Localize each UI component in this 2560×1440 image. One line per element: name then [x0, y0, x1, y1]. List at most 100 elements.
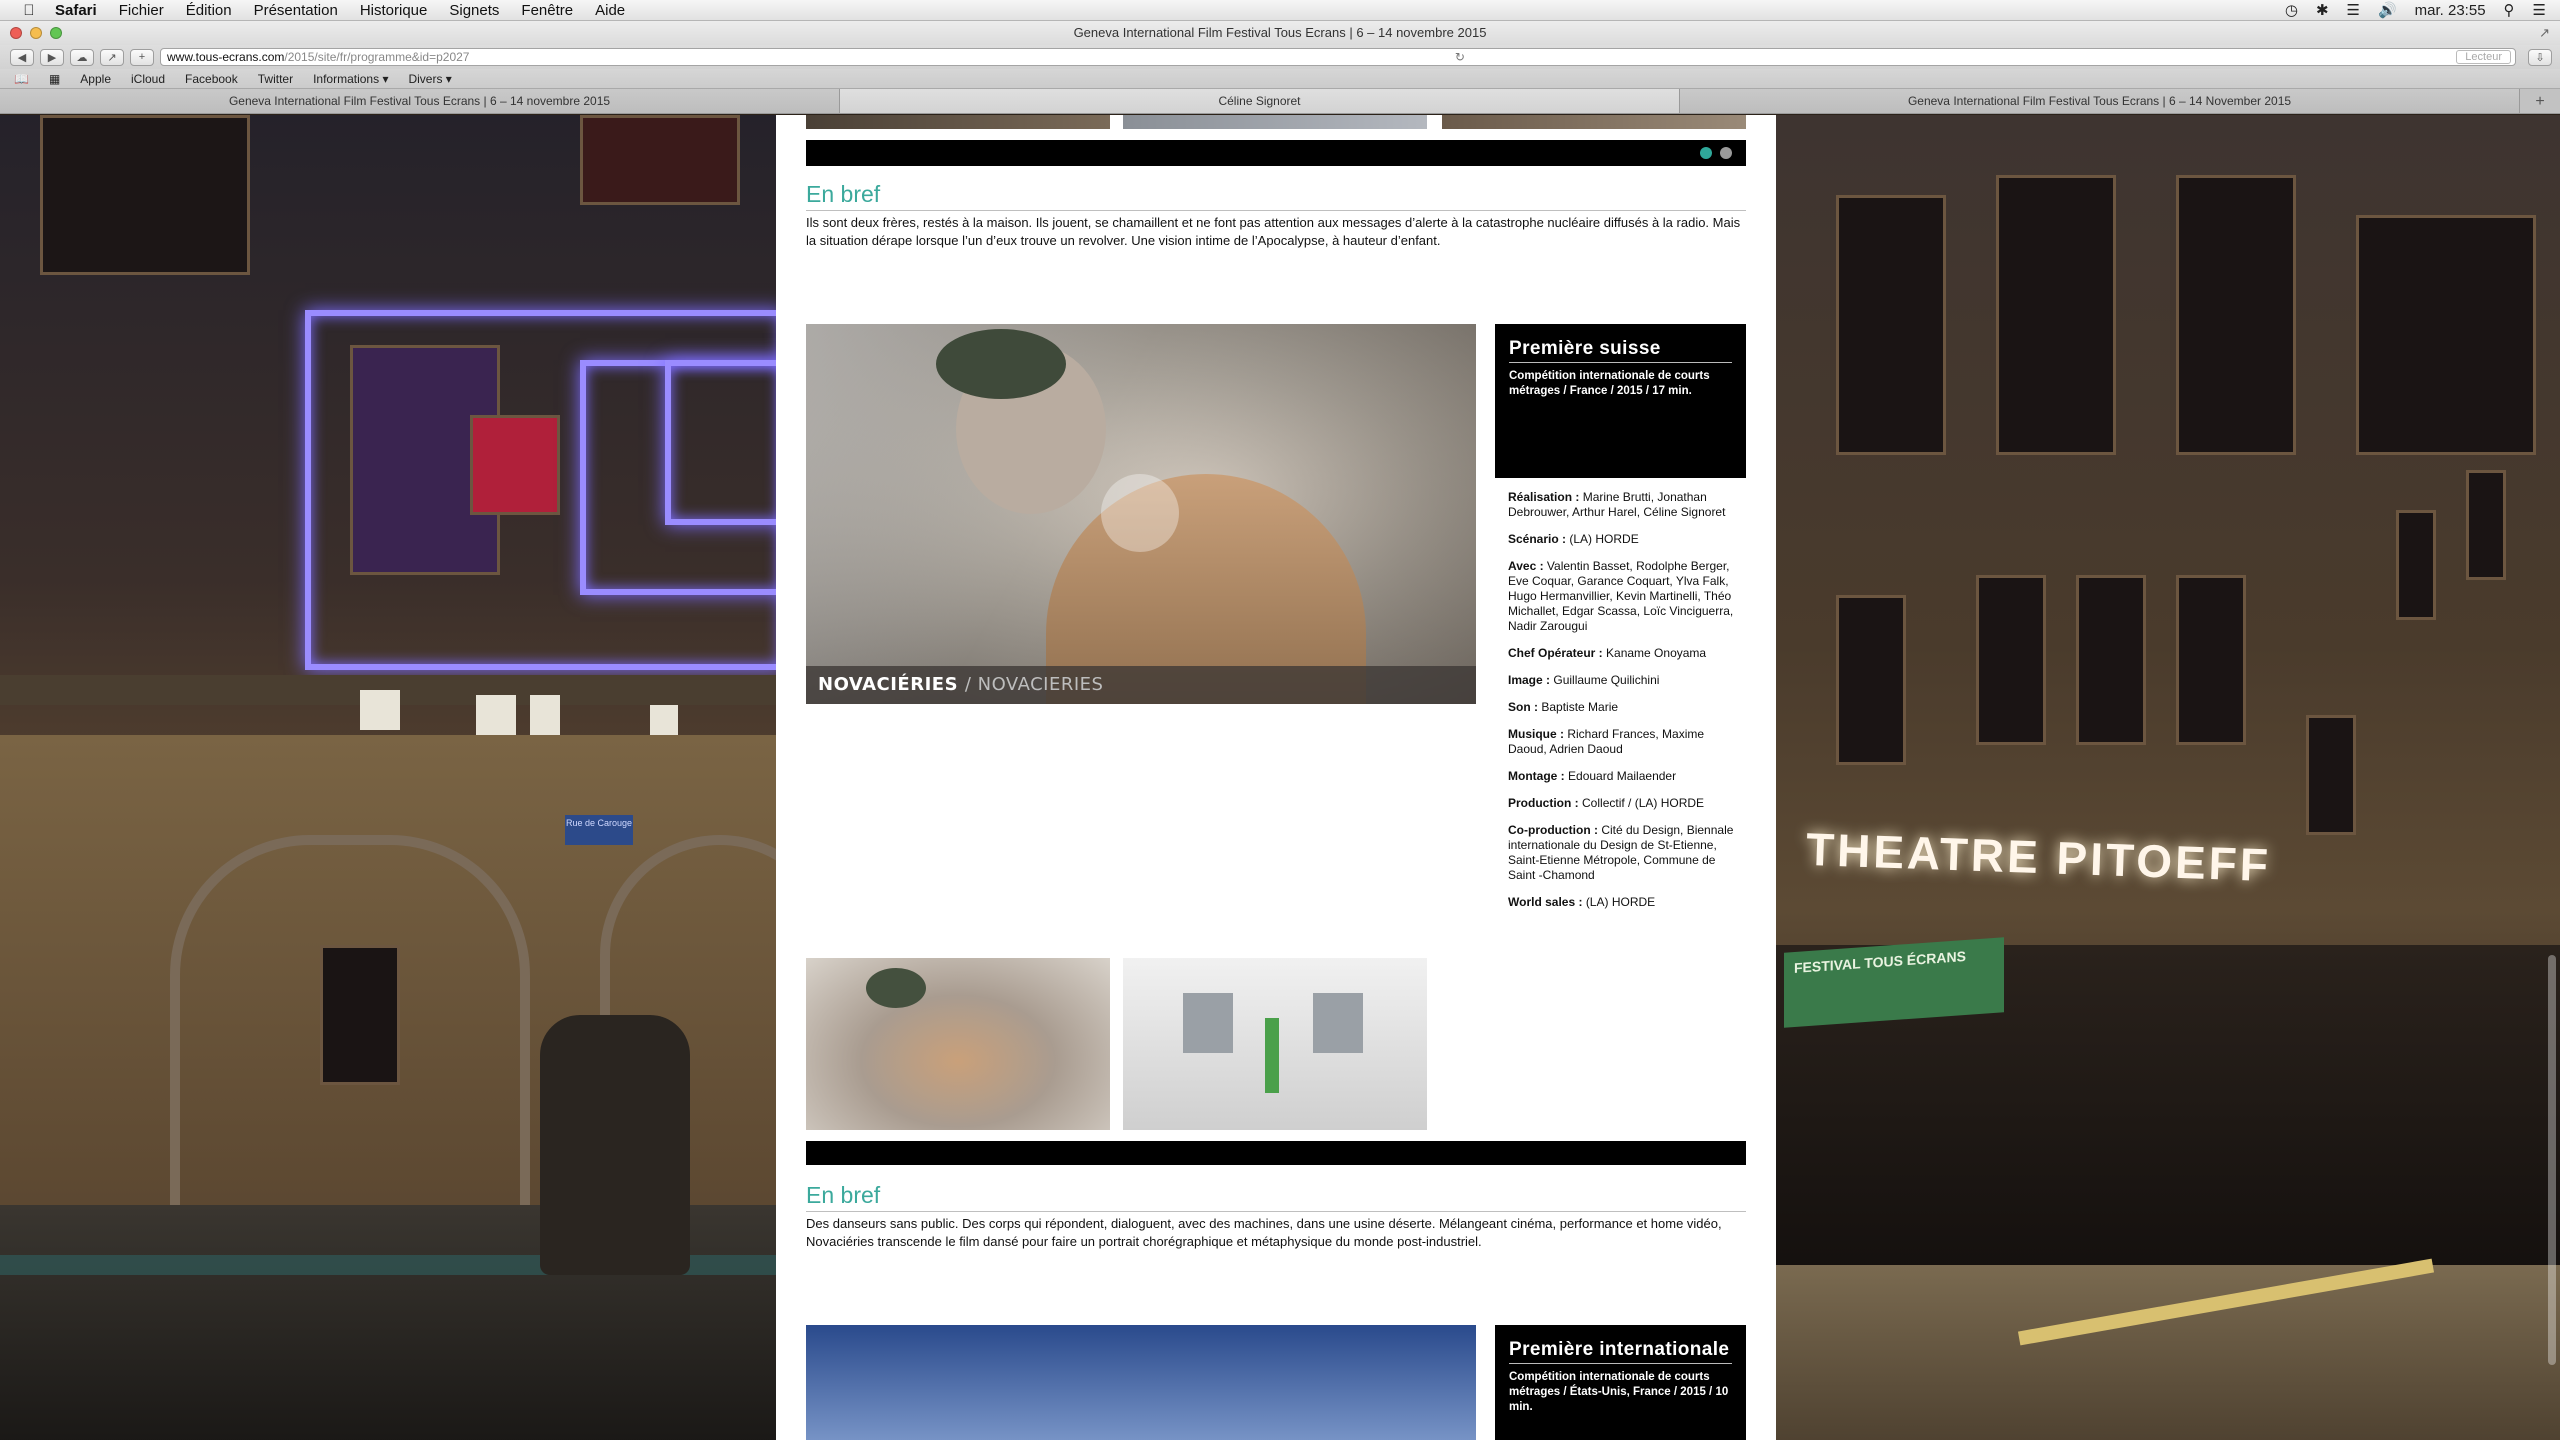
film-synopsis: Ils sont deux frères, restés à la maison… — [806, 215, 1741, 248]
gallery-thumb[interactable] — [1123, 958, 1427, 1130]
share-icon: ↗ — [107, 51, 117, 64]
premiere-label: Première internationale — [1509, 1339, 1732, 1364]
menu-signets[interactable]: Signets — [438, 2, 510, 19]
back-arrow-icon: ◀ — [17, 51, 27, 64]
credit-avec: Avec : Valentin Basset, Rodolphe Berger,… — [1508, 559, 1734, 633]
share-button[interactable]: ↗ — [100, 48, 124, 66]
gallery-thumb[interactable] — [806, 958, 1110, 1130]
page-scrollbar[interactable] — [2548, 955, 2556, 1365]
film-category: Compétition internationale de courts mét… — [1509, 1371, 1729, 1413]
bookmark-facebook[interactable]: Facebook — [185, 72, 238, 86]
plus-icon: + — [138, 51, 146, 63]
film-title: NOVACIÉRIES — [818, 674, 959, 695]
gallery-strip — [806, 1141, 1746, 1165]
menu-app-safari[interactable]: Safari — [44, 2, 108, 19]
credit-scenario: Scénario : (LA) HORDE — [1508, 532, 1639, 546]
forward-arrow-icon: ▶ — [47, 51, 57, 64]
gallery-thumb[interactable] — [1123, 115, 1427, 129]
close-window-button[interactable] — [10, 27, 22, 39]
notification-center-icon[interactable]: ☰ — [2533, 1, 2546, 19]
bookmark-informations-folder[interactable]: Informations ▾ — [313, 72, 388, 86]
wifi-icon[interactable]: ☰ — [2347, 1, 2360, 19]
tab-celine-signoret[interactable]: Céline Signoret — [840, 89, 1680, 113]
page-content: En bref Ils sont deux frères, restés à l… — [776, 115, 1776, 1440]
bookmark-divers-folder[interactable]: Divers ▾ — [408, 72, 451, 86]
top-sites-icon[interactable]: ▦ — [49, 72, 60, 86]
menu-fenetre[interactable]: Fenêtre — [510, 2, 584, 19]
apple-menu-icon[interactable]:  — [14, 2, 44, 19]
menu-aide[interactable]: Aide — [584, 2, 636, 19]
spotlight-search-icon[interactable]: ⚲ — [2504, 1, 2515, 19]
gallery-strip — [806, 140, 1746, 166]
film-credits: Réalisation : Marine Brutti, Jonathan De… — [1508, 490, 1740, 922]
gallery-pager — [1700, 147, 1732, 159]
menu-historique[interactable]: Historique — [349, 2, 439, 19]
premiere-box: Première suisse Compétition internationa… — [1495, 324, 1746, 478]
credit-realisation: Réalisation : Marine Brutti, Jonathan De… — [1508, 490, 1726, 519]
address-bar[interactable]: www.tous-ecrans.com/2015/site/fr/program… — [160, 48, 2516, 66]
downloads-button[interactable]: ⇩ — [2528, 48, 2552, 66]
cloud-icon: ☁ — [76, 51, 88, 64]
credit-production: Production : Collectif / (LA) HORDE — [1508, 796, 1705, 810]
credit-co-production: Co-production : Cité du Design, Biennale… — [1508, 823, 1734, 882]
reading-list-icon[interactable]: 📖 — [14, 72, 29, 86]
reader-button[interactable]: Lecteur — [2456, 50, 2511, 64]
background-photo-right: FESTIVAL TOUS ÉCRANS — [1776, 115, 2560, 1440]
gallery-dot[interactable] — [1720, 147, 1732, 159]
url-host: www.tous-ecrans.com — [167, 50, 285, 64]
background-photo-left: Rue de Carouge — [0, 115, 776, 1440]
menubar-status-area: ◷ ✱ ☰ 🔊 mar. 23:55 ⚲ ☰ — [2285, 1, 2560, 20]
back-button[interactable]: ◀ — [10, 48, 34, 66]
clock[interactable]: mar. 23:55 — [2415, 2, 2486, 19]
section-title-en-bref: En bref — [806, 1182, 1746, 1212]
window-title: Geneva International Film Festival Tous … — [1073, 25, 1487, 40]
fullscreen-icon[interactable]: ↗ — [2539, 21, 2550, 45]
film-category: Compétition internationale de courts mét… — [1509, 370, 1710, 397]
credit-chef-operateur: Chef Opérateur : Kaname Onoyama — [1508, 646, 1707, 660]
gallery-dot-active[interactable] — [1700, 147, 1712, 159]
street-sign: Rue de Carouge — [565, 815, 633, 845]
window-titlebar: Geneva International Film Festival Tous … — [0, 21, 2560, 45]
menu-fichier[interactable]: Fichier — [108, 2, 175, 19]
credit-image: Image : Guillaume Quilichini — [1508, 673, 1660, 687]
window-controls — [10, 27, 62, 39]
film-video-player[interactable]: NOVACIÉRIES / NOVACIERIES — [806, 324, 1476, 704]
tab-festival-fr[interactable]: Geneva International Film Festival Tous … — [0, 89, 840, 113]
download-icon: ⇩ — [2535, 51, 2545, 64]
time-machine-icon[interactable]: ◷ — [2285, 1, 2298, 19]
premiere-box: Première internationale Compétition inte… — [1495, 1325, 1746, 1440]
new-tab-button[interactable]: + — [130, 48, 154, 66]
premiere-label: Première suisse — [1509, 338, 1732, 363]
menu-presentation[interactable]: Présentation — [243, 2, 349, 19]
icloud-tabs-button[interactable]: ☁ — [70, 48, 94, 66]
web-viewport: Rue de Carouge FESTIVAL TOUS ÉCRANS THEA… — [0, 115, 2560, 1440]
tab-festival-en[interactable]: Geneva International Film Festival Tous … — [1680, 89, 2520, 113]
credit-montage: Montage : Edouard Mailaender — [1508, 769, 1677, 783]
minimize-window-button[interactable] — [30, 27, 42, 39]
film-video-player[interactable] — [806, 1325, 1476, 1440]
add-tab-button[interactable]: + — [2520, 89, 2560, 113]
section-title-en-bref: En bref — [806, 181, 1746, 211]
film-original-title: / NOVACIERIES — [964, 674, 1104, 695]
bookmark-twitter[interactable]: Twitter — [258, 72, 293, 86]
menu-edition[interactable]: Édition — [175, 2, 243, 19]
reload-icon[interactable]: ↻ — [1455, 50, 1465, 64]
volume-icon[interactable]: 🔊 — [2378, 1, 2397, 19]
browser-toolbar: ◀ ▶ ☁ ↗ + www.tous-ecrans.com/2015/site/… — [0, 45, 2560, 69]
film-synopsis: Des danseurs sans public. Des corps qui … — [806, 1216, 1722, 1249]
tab-bar: Geneva International Film Festival Tous … — [0, 89, 2560, 114]
zoom-window-button[interactable] — [50, 27, 62, 39]
bluetooth-icon[interactable]: ✱ — [2316, 1, 2329, 19]
bookmark-apple[interactable]: Apple — [80, 72, 111, 86]
macos-menubar:  Safari Fichier Édition Présentation Hi… — [0, 0, 2560, 21]
play-button[interactable] — [1101, 474, 1179, 552]
gallery-thumb[interactable] — [1442, 115, 1746, 129]
film-title-caption: NOVACIÉRIES / NOVACIERIES — [806, 666, 1476, 704]
credit-musique: Musique : Richard Frances, Maxime Daoud,… — [1508, 727, 1705, 756]
forward-button[interactable]: ▶ — [40, 48, 64, 66]
gallery-thumb[interactable] — [806, 115, 1110, 129]
url-path: /2015/site/fr/programme&id=p2027 — [284, 50, 470, 64]
credit-world-sales: World sales : (LA) HORDE — [1508, 895, 1656, 909]
bookmarks-bar: 📖 ▦ Apple iCloud Facebook Twitter Inform… — [0, 69, 2560, 89]
bookmark-icloud[interactable]: iCloud — [131, 72, 165, 86]
